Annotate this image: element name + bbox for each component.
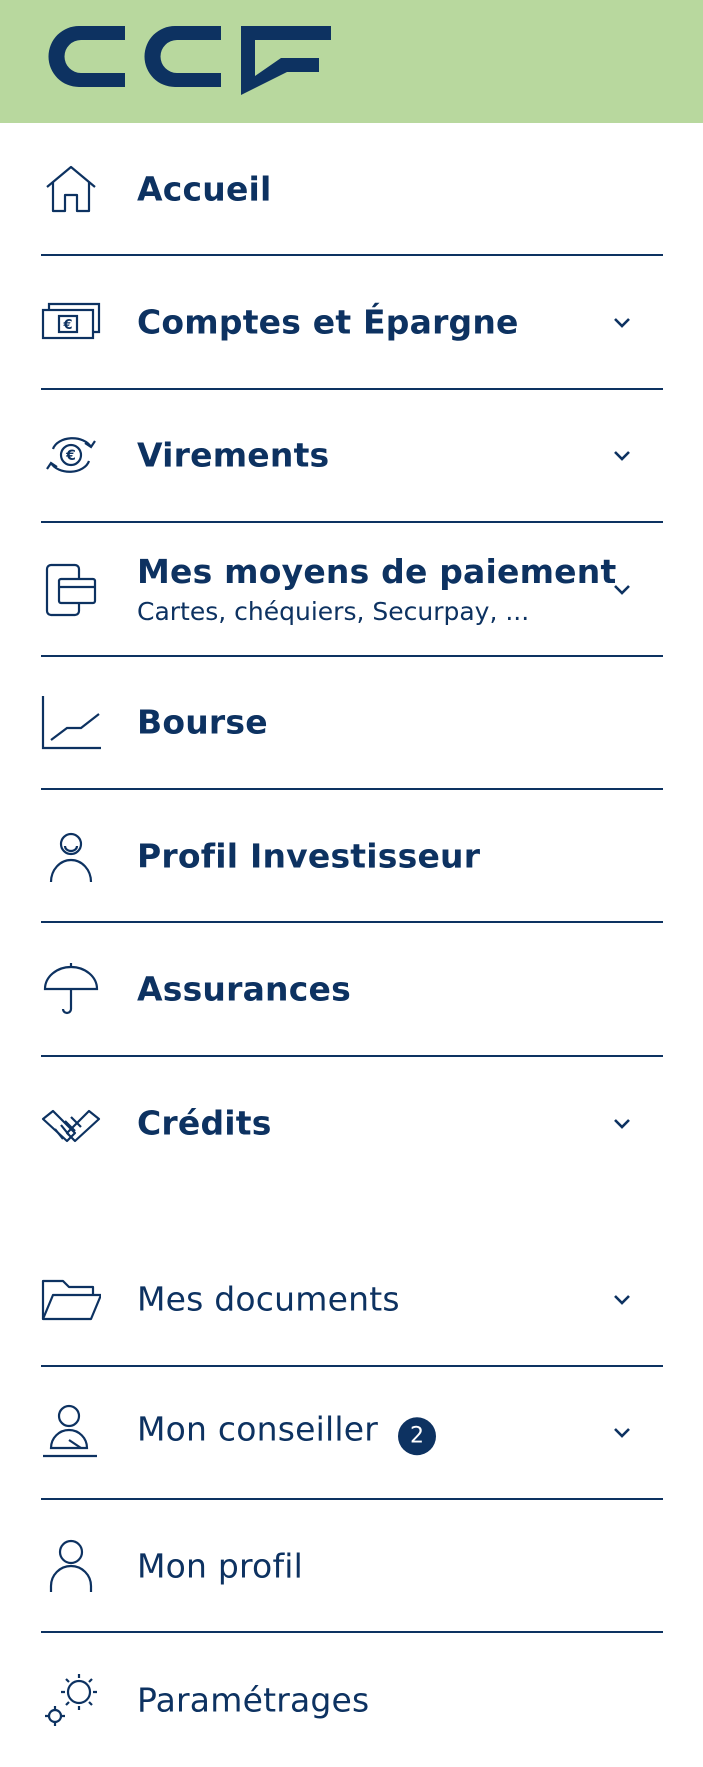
menu-label: Mon conseiller: [137, 1409, 378, 1449]
chevron-down-icon[interactable]: [611, 582, 633, 596]
menu-label: Accueil: [137, 169, 272, 209]
chevron-down-icon[interactable]: [611, 1292, 633, 1306]
menu-label: Crédits: [137, 1103, 272, 1143]
umbrella-icon: [41, 959, 101, 1019]
banknote-euro-icon: €: [41, 292, 101, 352]
gears-icon: [41, 1670, 101, 1730]
menu-item-mes-documents[interactable]: Mes documents: [41, 1233, 663, 1367]
menu-label: Mes moyens de paiement: [137, 551, 617, 591]
menu-item-virements[interactable]: € Virements: [41, 390, 663, 524]
menu-item-mon-conseiller[interactable]: Mon conseiller 2: [41, 1367, 663, 1500]
menu-label: Comptes et Épargne: [137, 302, 519, 342]
notification-badge: 2: [398, 1416, 436, 1455]
menu-label: Paramétrages: [137, 1680, 370, 1720]
app-header: [0, 0, 703, 123]
svg-text:€: €: [62, 318, 72, 333]
menu-sublabel: Cartes, chéquiers, Securpay, ...: [137, 596, 530, 626]
euro-exchange-icon: €: [41, 425, 101, 485]
menu-label: Virements: [137, 435, 330, 475]
menu-item-accueil[interactable]: Accueil: [41, 123, 663, 257]
chevron-down-icon[interactable]: [611, 448, 633, 462]
svg-text:€: €: [65, 448, 76, 464]
chevron-down-icon[interactable]: [611, 1116, 633, 1130]
investor-person-icon: [41, 826, 101, 886]
home-icon: [41, 159, 101, 219]
line-chart-icon: [41, 692, 101, 752]
chevron-down-icon[interactable]: [611, 1425, 633, 1439]
menu-label: Profil Investisseur: [137, 836, 481, 876]
menu-item-assurances[interactable]: Assurances: [41, 923, 663, 1057]
menu-item-mon-profil[interactable]: Mon profil: [41, 1500, 663, 1634]
chevron-down-icon[interactable]: [611, 315, 633, 329]
menu-item-credits[interactable]: Crédits: [41, 1057, 663, 1190]
user-icon: [41, 1536, 101, 1596]
menu-label: Bourse: [137, 702, 268, 742]
menu-item-profil-investisseur[interactable]: Profil Investisseur: [41, 790, 663, 924]
menu-spacer: [41, 1190, 663, 1233]
menu-item-comptes-epargne[interactable]: € Comptes et Épargne: [41, 256, 663, 390]
menu-label: Assurances: [137, 969, 351, 1009]
menu-item-parametrages[interactable]: Paramétrages: [41, 1633, 663, 1766]
advisor-icon: [41, 1402, 101, 1462]
ccf-logo[interactable]: [41, 18, 331, 95]
menu-label: Mon profil: [137, 1546, 304, 1586]
menu-item-bourse[interactable]: Bourse: [41, 657, 663, 790]
menu-item-moyens-paiement[interactable]: Mes moyens de paiement Cartes, chéquiers…: [41, 523, 663, 657]
folder-icon: [41, 1269, 103, 1329]
handshake-icon: [41, 1093, 101, 1153]
card-phone-icon: [41, 559, 101, 619]
menu-label: Mes documents: [137, 1279, 400, 1319]
main-menu: Accueil € Comptes et Épargne € Virements…: [41, 123, 663, 1767]
